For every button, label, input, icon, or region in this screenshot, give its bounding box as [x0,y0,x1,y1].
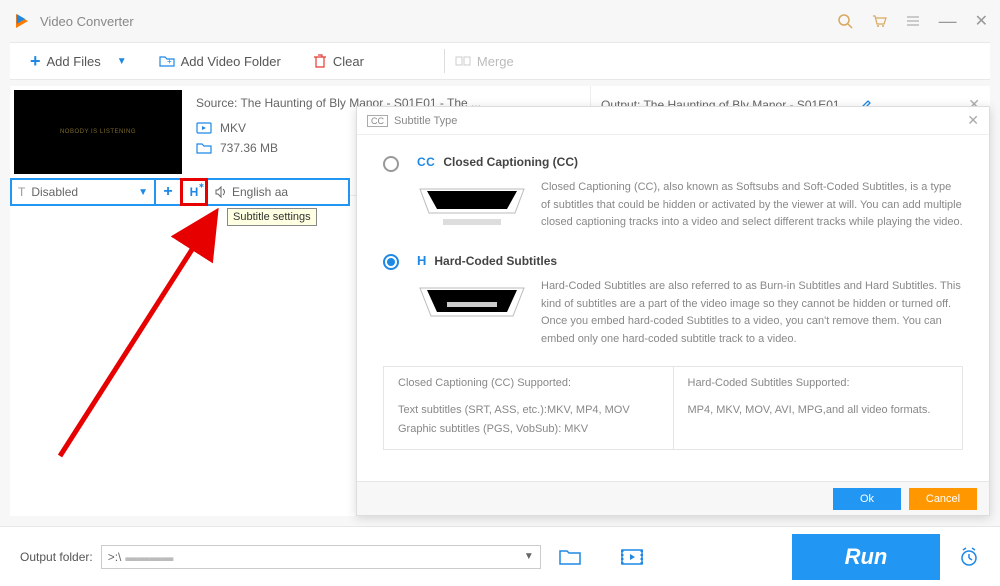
search-icon[interactable] [837,13,853,29]
output-folder-label: Output folder: [20,550,93,564]
thumbnail-text: NOBODY IS LISTENING [60,129,136,135]
ok-button[interactable]: Ok [833,488,901,510]
add-folder-label: Add Video Folder [181,54,281,69]
trash-icon [313,54,327,68]
hard-illustration-icon [417,278,527,334]
subtitle-mode-select[interactable]: T Disabled ▼ [12,180,154,204]
output-folder-value: >:\ [108,550,122,564]
add-subtitle-button[interactable]: + [156,180,180,204]
subtitle-language-select[interactable]: English aa [208,180,348,204]
add-files-label: Add Files [47,54,101,69]
merge-label: Merge [477,54,514,69]
cc-supported-head: Closed Captioning (CC) Supported: [398,377,659,389]
subtitle-bar: T Disabled ▼ + H✶ English aa [10,178,350,206]
hard-supported-head: Hard-Coded Subtitles Supported: [688,377,949,389]
close-icon[interactable]: ✕ [975,11,988,31]
subtitle-mode-value: Disabled [31,185,78,199]
dialog-footer: Ok Cancel [357,481,989,515]
open-folder-button[interactable] [559,548,581,566]
close-icon[interactable]: ✕ [967,112,979,129]
hard-supported-body: MP4, MKV, MOV, AVI, MPG,and all video fo… [688,401,949,420]
merge-button: Merge [445,47,524,75]
support-table: Closed Captioning (CC) Supported: Text s… [383,366,963,449]
output-folder-select[interactable]: >:\ ▬▬▬▬ ▼ [101,545,541,569]
annotation-arrow [40,206,240,466]
subtitle-language-value: English aa [232,185,288,199]
radio-cc[interactable] [383,156,399,172]
dialog-title: Subtitle Type [394,115,457,127]
cc-heading: Closed Captioning (CC) [443,155,578,169]
video-thumbnail[interactable]: NOBODY IS LISTENING [14,90,182,174]
radio-hard[interactable] [383,254,399,270]
hard-heading: Hard-Coded Subtitles [434,254,557,268]
output-format-button[interactable] [621,548,643,566]
folder-plus-icon: + [159,53,175,69]
cc-supported-line2: Graphic subtitles (PGS, VobSub): MKV [398,420,659,439]
chevron-down-icon: ▼ [138,187,148,198]
hard-description: Hard-Coded Subtitles are also referred t… [541,278,963,348]
subtitle-type-dialog: CC Subtitle Type ✕ CC Closed Captioning … [356,106,990,516]
cc-illustration-icon [417,179,527,235]
schedule-button[interactable] [958,546,980,568]
speaker-icon [214,185,228,199]
app-logo-icon [12,11,32,31]
clear-label: Clear [333,54,364,69]
cc-supported-line1: Text subtitles (SRT, ASS, etc.):MKV, MP4… [398,401,659,420]
toolbar: + Add Files ▼ + Add Video Folder Clear M… [10,42,990,80]
titlebar: Video Converter — ✕ [0,0,1000,42]
minimize-icon[interactable]: — [939,11,957,32]
app-title: Video Converter [40,14,134,29]
clear-button[interactable]: Clear [303,48,374,75]
file-size: 737.36 MB [220,141,278,155]
h-settings-icon: H✶ [190,185,199,199]
file-format: MKV [220,121,246,135]
cc-badge-icon: CC [367,115,388,127]
option-closed-captioning[interactable]: CC Closed Captioning (CC) Closed Caption… [383,155,963,235]
svg-text:+: + [167,57,172,66]
cc-description: Closed Captioning (CC), also known as So… [541,179,963,235]
option-hard-coded[interactable]: H Hard-Coded Subtitles Hard-Coded Subtit… [383,253,963,348]
dialog-body: CC Closed Captioning (CC) Closed Caption… [357,135,989,481]
tooltip: Subtitle settings [227,208,317,226]
folder-icon [196,140,212,156]
menu-icon[interactable] [905,13,921,29]
bottom-bar: Output folder: >:\ ▬▬▬▬ ▼ Run [0,526,1000,586]
format-icon [196,120,212,136]
cancel-button[interactable]: Cancel [909,488,977,510]
merge-icon [455,53,471,69]
cc-badge-icon: CC [417,155,435,169]
chevron-down-icon[interactable]: ▼ [117,56,127,67]
add-video-folder-button[interactable]: + Add Video Folder [149,47,291,75]
cart-icon[interactable] [871,13,887,29]
add-files-button[interactable]: + Add Files ▼ [20,45,137,78]
plus-icon: + [30,51,41,72]
chevron-down-icon: ▼ [524,551,534,562]
run-button[interactable]: Run [792,534,940,580]
plus-icon: + [163,183,172,201]
h-badge-icon: H [417,253,426,268]
text-icon: T [18,185,25,199]
subtitle-settings-button[interactable]: H✶ [182,180,206,204]
dialog-titlebar: CC Subtitle Type ✕ [357,107,989,135]
